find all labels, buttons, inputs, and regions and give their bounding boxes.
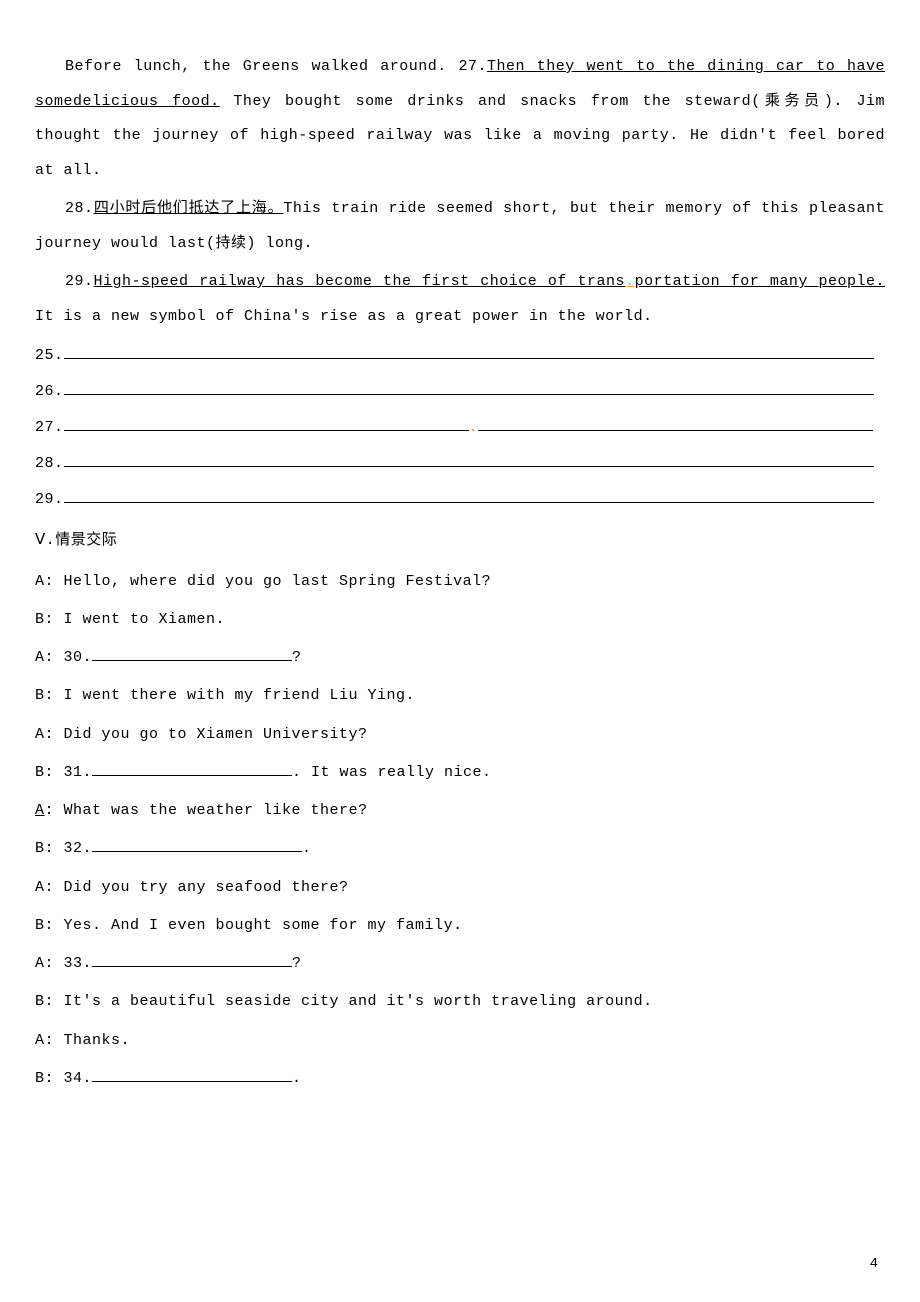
dialog-line-10: B: Yes. And I even bought some for my fa… (35, 907, 885, 945)
answer-blank-28[interactable] (64, 451, 874, 467)
paragraph-3: 29.High-speed railway has become the fir… (35, 265, 885, 334)
dialog-l6-pre: B: 31. (35, 764, 92, 781)
dialog-line-3: A: 30.? (35, 639, 885, 677)
blank-34[interactable] (92, 1066, 292, 1082)
answer-num-26: 26. (35, 383, 64, 400)
p3-underline-a: High-speed railway has become the first … (94, 273, 626, 290)
answer-blank-26[interactable] (64, 379, 874, 395)
dialog-l11-pre: A: 33. (35, 955, 92, 972)
p2-pre: 28. (65, 200, 94, 217)
dialog-line-8: B: 32.. (35, 830, 885, 868)
answer-line-28: 28. (35, 446, 885, 482)
answer-num-29: 29. (35, 491, 64, 508)
blank-33[interactable] (92, 951, 292, 967)
p3-underline-b: portation for many people. (635, 273, 885, 290)
dialog-l14-post: . (292, 1070, 302, 1087)
p2-underline: 四小时后他们抵达了上海。 (94, 200, 284, 217)
dialog-l3-post: ? (292, 649, 302, 666)
dialog-l7-b: : What was the weather like there? (45, 802, 368, 819)
dialog-l11-post: ? (292, 955, 302, 972)
p3-pre: 29. (65, 273, 94, 290)
section-5-title: Ⅴ.情景交际 (35, 524, 885, 559)
page-number: 4 (870, 1256, 878, 1272)
paragraph-2: 28.四小时后他们抵达了上海。This train ride seemed sh… (35, 192, 885, 261)
dialog-l6-post: . It was really nice. (292, 764, 492, 781)
answer-line-26: 26. (35, 374, 885, 410)
dialog-line-4: B: I went there with my friend Liu Ying. (35, 677, 885, 715)
dialog-line-6: B: 31. . It was really nice. (35, 754, 885, 792)
dialog-line-14: B: 34.. (35, 1060, 885, 1098)
answer-num-28: 28. (35, 455, 64, 472)
dialog-l8-pre: B: 32. (35, 840, 92, 857)
dialog-l3-pre: A: 30. (35, 649, 92, 666)
answer-blank-27a[interactable] (64, 415, 469, 431)
answer-blank-25[interactable] (64, 343, 874, 359)
stray-mark-icon: . (625, 273, 635, 290)
answer-line-27: 27.. (35, 410, 885, 446)
answer-line-25: 25. (35, 338, 885, 374)
dialog-line-11: A: 33.? (35, 945, 885, 983)
answer-num-25: 25. (35, 347, 64, 364)
dialog-line-5: A: Did you go to Xiamen University? (35, 716, 885, 754)
blank-31[interactable] (92, 760, 292, 776)
blank-32[interactable] (92, 836, 302, 852)
stray-mark-icon: . (469, 419, 479, 436)
answer-line-29: 29. (35, 482, 885, 518)
dialog-line-13: A: Thanks. (35, 1022, 885, 1060)
dialog-l14-pre: B: 34. (35, 1070, 92, 1087)
answer-num-27: 27. (35, 419, 64, 436)
answer-blank-29[interactable] (64, 487, 874, 503)
dialog-line-2: B: I went to Xiamen. (35, 601, 885, 639)
dialog-l8-post: . (302, 840, 312, 857)
dialog-line-12: B: It's a beautiful seaside city and it'… (35, 983, 885, 1021)
answer-blank-27b[interactable] (478, 415, 873, 431)
p3-post: It is a new symbol of China's rise as a … (35, 308, 653, 325)
paragraph-1: Before lunch, the Greens walked around. … (35, 50, 885, 188)
dialog-l7-a: A (35, 802, 45, 819)
blank-30[interactable] (92, 645, 292, 661)
dialog-line-1: A: Hello, where did you go last Spring F… (35, 563, 885, 601)
dialog-line-7: A: What was the weather like there? (35, 792, 885, 830)
dialog-line-9: A: Did you try any seafood there? (35, 869, 885, 907)
p1-pre: Before lunch, the Greens walked around. … (65, 58, 487, 75)
